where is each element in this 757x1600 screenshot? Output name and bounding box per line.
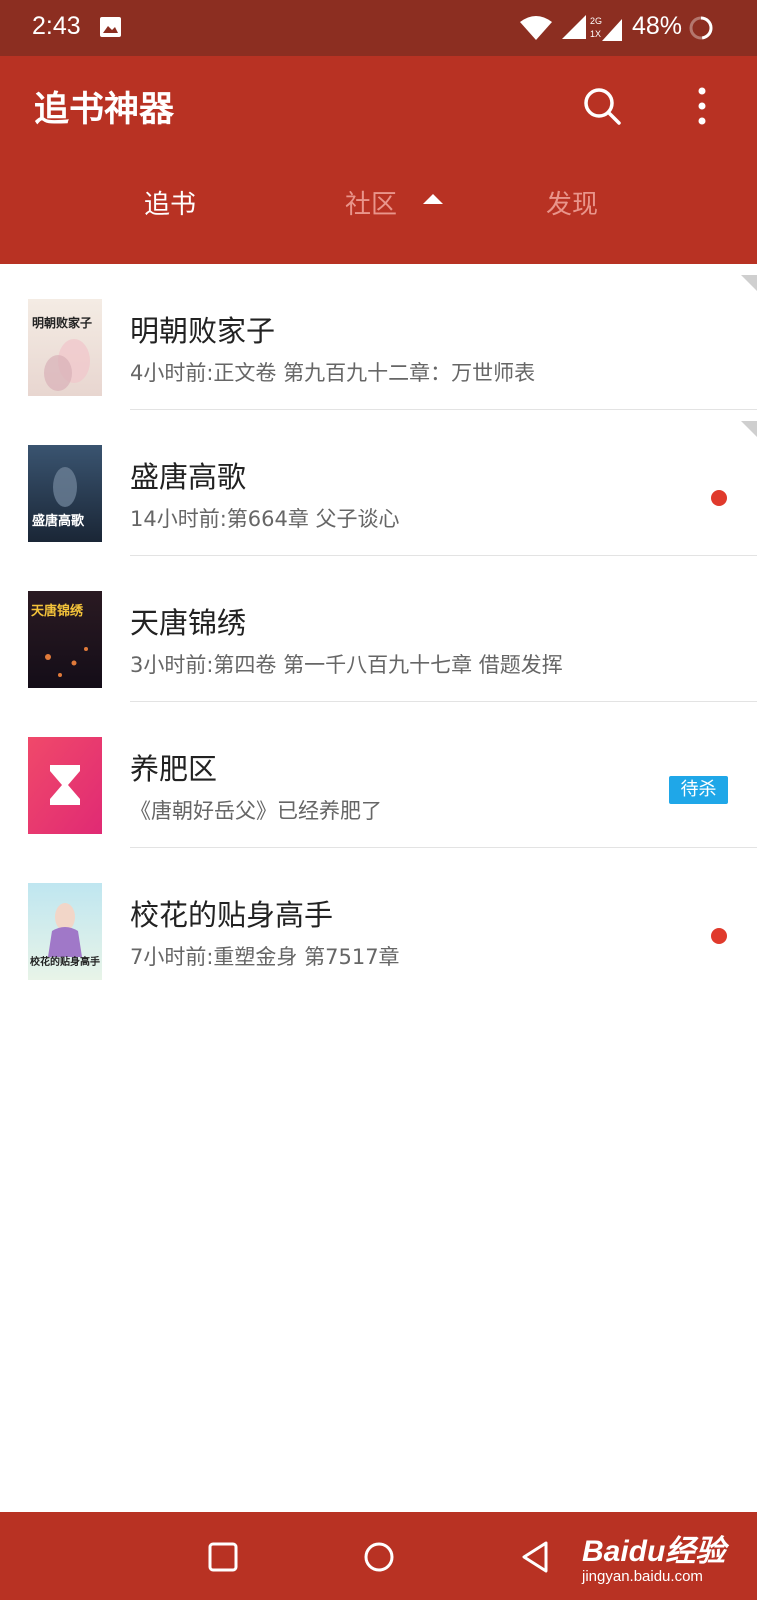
pending-badge: 待杀 [669,776,728,804]
network-label-bottom: 1X [590,29,601,39]
book-cover: 明朝败家子 [28,299,102,396]
hourglass-icon [28,737,102,834]
book-row[interactable]: 明朝败家子 明朝败家子 4小时前:正文卷 第九百九十二章：万世师表 [0,264,757,410]
tab-indicator [423,194,443,204]
battery-icon [689,16,713,40]
status-bar: 2:43 2G 1X 48% [0,0,757,56]
network-label-top: 2G [590,16,602,26]
book-cover: 盛唐高歌 [28,445,102,542]
app-screen: 2:43 2G 1X 48% 追书神器 追书 社区 发现 明朝败家子 明朝败家子… [0,0,757,1600]
cover-title: 明朝败家子 [32,315,92,330]
book-update: 7小时前:重塑金身 第7517章 [130,945,400,969]
status-time: 2:43 [32,12,81,40]
pinned-corner-mark [741,275,757,291]
fatten-zone-subtitle: 《唐朝好岳父》已经养肥了 [130,799,382,823]
gallery-icon [100,17,121,37]
tab-following[interactable]: 追书 [70,184,270,221]
book-title: 明朝败家子 [130,314,276,348]
book-update: 14小时前:第664章 父子谈心 [130,507,400,531]
app-title: 追书神器 [34,90,175,130]
cover-title: 盛唐高歌 [32,513,85,529]
book-cover: 天唐锦绣 [28,591,102,688]
fatten-zone-row[interactable]: 养肥区 《唐朝好岳父》已经养肥了 待杀 [0,702,757,848]
book-cover: 校花的贴身高手 [28,883,102,980]
book-title: 校花的贴身高手 [130,898,334,932]
back-icon[interactable] [520,1540,550,1574]
book-row[interactable]: 校花的贴身高手 校花的贴身高手 7小时前:重塑金身 第7517章 [0,848,757,994]
book-title: 盛唐高歌 [130,460,247,494]
fatten-zone-title: 养肥区 [130,752,218,786]
home-icon[interactable] [363,1541,395,1573]
tab-discover[interactable]: 发现 [472,184,672,221]
book-list: 明朝败家子 明朝败家子 4小时前:正文卷 第九百九十二章：万世师表 盛唐高歌 盛… [0,264,757,994]
watermark-url: jingyan.baidu.com [582,1568,703,1585]
book-update: 4小时前:正文卷 第九百九十二章：万世师表 [130,361,536,385]
battery-percent: 48% [632,12,683,40]
wifi-icon [520,16,552,40]
book-row[interactable]: 天唐锦绣 天唐锦绣 3小时前:第四卷 第一千八百九十七章 借题发挥 [0,556,757,702]
system-nav-bar: Baidu经验 jingyan.baidu.com [0,1512,757,1600]
signal-icon [562,15,586,39]
pinned-corner-mark [741,421,757,437]
book-row[interactable]: 盛唐高歌 盛唐高歌 14小时前:第664章 父子谈心 [0,410,757,556]
book-title: 天唐锦绣 [130,606,247,640]
unread-dot [711,490,727,506]
watermark-logo: Baidu经验 [582,1535,726,1568]
unread-dot [711,928,727,944]
recent-apps-icon[interactable] [208,1542,238,1572]
network-icon: 2G 1X [590,16,622,41]
baidu-watermark: Baidu经验 jingyan.baidu.com [582,1518,752,1594]
cover-title: 校花的贴身高手 [30,955,100,968]
app-header: 追书神器 追书 社区 发现 [0,56,757,264]
tab-bar: 追书 社区 发现 [0,184,757,234]
search-icon[interactable] [582,86,622,126]
book-update: 3小时前:第四卷 第一千八百九十七章 借题发挥 [130,653,563,677]
more-vert-icon[interactable] [690,86,714,126]
cover-title: 天唐锦绣 [31,603,84,619]
